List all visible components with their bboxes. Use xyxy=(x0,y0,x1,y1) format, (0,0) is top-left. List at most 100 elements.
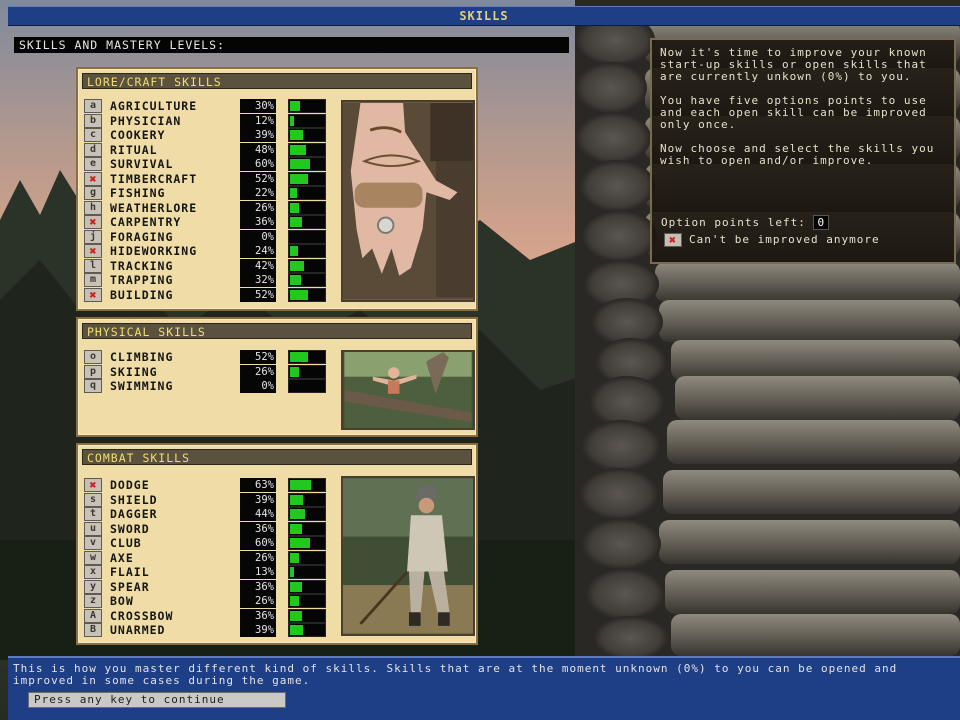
skill-percentage: 60% xyxy=(240,157,276,171)
skill-row[interactable]: ✖ TIMBERCRAFT 52% xyxy=(84,171,334,186)
skill-name: FORAGING xyxy=(110,229,174,244)
skill-row[interactable]: m TRAPPING 32% xyxy=(84,273,334,287)
skill-percentage: 36% xyxy=(240,579,276,594)
skill-percentage: 0% xyxy=(240,379,276,393)
skills-header-title: SKILLS AND MASTERY LEVELS: xyxy=(19,38,226,52)
skill-row[interactable]: j FORAGING 0% xyxy=(84,229,334,244)
skill-row[interactable]: b PHYSICIAN 12% xyxy=(84,113,334,128)
skill-row[interactable]: w AXE 26% xyxy=(84,550,334,565)
skill-row[interactable]: c COOKERY 39% xyxy=(84,128,334,142)
hand-with-tools-image xyxy=(343,103,473,299)
skill-name: CLIMBING xyxy=(110,350,174,364)
x-mark-glyph: ✖ xyxy=(89,244,97,258)
skill-key-button[interactable]: u xyxy=(84,521,102,536)
skill-row[interactable]: ✖ DODGE 63% xyxy=(84,478,334,492)
skill-row[interactable]: ✖ BUILDING 52% xyxy=(84,287,334,302)
skill-level-bar xyxy=(288,565,326,579)
skill-percentage: 26% xyxy=(240,200,276,215)
skill-name: SHIELD xyxy=(110,492,158,507)
skill-key-button[interactable]: w xyxy=(84,550,102,565)
skill-key-button[interactable]: v xyxy=(84,536,102,550)
window-title-bar: SKILLS xyxy=(8,6,960,26)
skill-level-fill xyxy=(290,352,308,362)
x-mark-icon[interactable]: ✖ xyxy=(84,478,102,492)
skill-percentage: 26% xyxy=(240,364,276,379)
skill-level-bar xyxy=(288,579,326,594)
skill-key-button[interactable]: t xyxy=(84,507,102,521)
skill-percentage: 36% xyxy=(240,215,276,229)
skill-key-button[interactable]: m xyxy=(84,273,102,287)
skill-name: UNARMED xyxy=(110,623,166,637)
skill-row[interactable]: t DAGGER 44% xyxy=(84,507,334,521)
lore-craft-skills-panel: LORE/CRAFT SKILLS a AGRICULTURE 30% b PHYSIC… xyxy=(76,67,478,311)
skill-key-button[interactable]: d xyxy=(84,142,102,157)
skill-row[interactable]: l TRACKING 42% xyxy=(84,258,334,273)
x-mark-glyph: ✖ xyxy=(89,215,97,229)
skill-level-bar xyxy=(288,507,326,521)
skill-row[interactable]: h WEATHERLORE 26% xyxy=(84,200,334,215)
x-mark-glyph: ✖ xyxy=(89,171,97,186)
skill-percentage: 39% xyxy=(240,623,276,637)
skill-name: HIDEWORKING xyxy=(110,244,198,258)
skill-level-bar xyxy=(288,364,326,379)
x-mark-icon[interactable]: ✖ xyxy=(84,215,102,229)
skill-row[interactable]: o CLIMBING 52% xyxy=(84,350,334,364)
skill-level-bar xyxy=(288,478,326,492)
skill-key-button[interactable]: y xyxy=(84,579,102,594)
skill-level-fill xyxy=(290,480,311,490)
lore-craft-panel-title: LORE/CRAFT SKILLS xyxy=(82,73,472,89)
skill-key-button[interactable]: c xyxy=(84,128,102,142)
skill-level-fill xyxy=(290,159,310,169)
skill-key-button[interactable]: z xyxy=(84,594,102,608)
skill-key-button[interactable]: o xyxy=(84,350,102,364)
skill-level-bar xyxy=(288,244,326,258)
skill-level-bar xyxy=(288,594,326,608)
skill-row[interactable]: ✖ CARPENTRY 36% xyxy=(84,215,334,229)
skill-row[interactable]: e SURVIVAL 60% xyxy=(84,157,334,171)
skill-key-button[interactable]: p xyxy=(84,364,102,379)
skill-row[interactable]: u SWORD 36% xyxy=(84,521,334,536)
skill-level-fill xyxy=(290,173,308,184)
combat-skills-panel: COMBAT SKILLS ✖ DODGE 63% s SHIELD 39% t DAGGER… xyxy=(76,443,478,645)
skill-level-bar xyxy=(288,608,326,623)
continue-button[interactable]: Press any key to continue xyxy=(28,692,286,708)
skill-key-button[interactable]: h xyxy=(84,200,102,215)
skill-row[interactable]: B UNARMED 39% xyxy=(84,623,334,637)
skill-level-bar xyxy=(288,350,326,364)
skill-level-fill xyxy=(290,523,302,534)
skill-row[interactable]: y SPEAR 36% xyxy=(84,579,334,594)
skill-key-button[interactable]: q xyxy=(84,379,102,393)
skill-level-bar xyxy=(288,273,326,287)
skill-key-button[interactable]: e xyxy=(84,157,102,171)
skill-key-button[interactable]: s xyxy=(84,492,102,507)
skill-percentage: 52% xyxy=(240,287,276,302)
skill-level-bar xyxy=(288,113,326,128)
skill-percentage: 36% xyxy=(240,608,276,623)
skill-key-button[interactable]: j xyxy=(84,229,102,244)
skill-key-button[interactable]: A xyxy=(84,608,102,623)
skill-row[interactable]: ✖ HIDEWORKING 24% xyxy=(84,244,334,258)
skill-row[interactable]: v CLUB 60% xyxy=(84,536,334,550)
skill-row[interactable]: q SWIMMING 0% xyxy=(84,379,334,393)
skill-row[interactable]: x FLAIL 13% xyxy=(84,565,334,579)
skill-key-button[interactable]: l xyxy=(84,258,102,273)
skill-level-bar xyxy=(288,536,326,550)
skill-key-button[interactable]: x xyxy=(84,565,102,579)
skill-name: SWORD xyxy=(110,521,150,536)
x-mark-icon[interactable]: ✖ xyxy=(84,244,102,258)
skill-row[interactable]: s SHIELD 39% xyxy=(84,492,334,507)
skill-key-button[interactable]: B xyxy=(84,623,102,637)
skill-row[interactable]: d RITUAL 48% xyxy=(84,142,334,157)
skill-row[interactable]: z BOW 26% xyxy=(84,594,334,608)
skill-row[interactable]: A CROSSBOW 36% xyxy=(84,608,334,623)
skill-key-button[interactable]: a xyxy=(84,99,102,113)
x-mark-icon[interactable]: ✖ xyxy=(84,171,102,186)
skill-row[interactable]: p SKIING 26% xyxy=(84,364,334,379)
skill-percentage: 24% xyxy=(240,244,276,258)
skill-row[interactable]: g FISHING 22% xyxy=(84,186,334,200)
skill-key-button[interactable]: g xyxy=(84,186,102,200)
skill-percentage: 32% xyxy=(240,273,276,287)
x-mark-icon[interactable]: ✖ xyxy=(84,287,102,302)
skill-key-button[interactable]: b xyxy=(84,113,102,128)
skill-row[interactable]: a AGRICULTURE 30% xyxy=(84,99,334,113)
